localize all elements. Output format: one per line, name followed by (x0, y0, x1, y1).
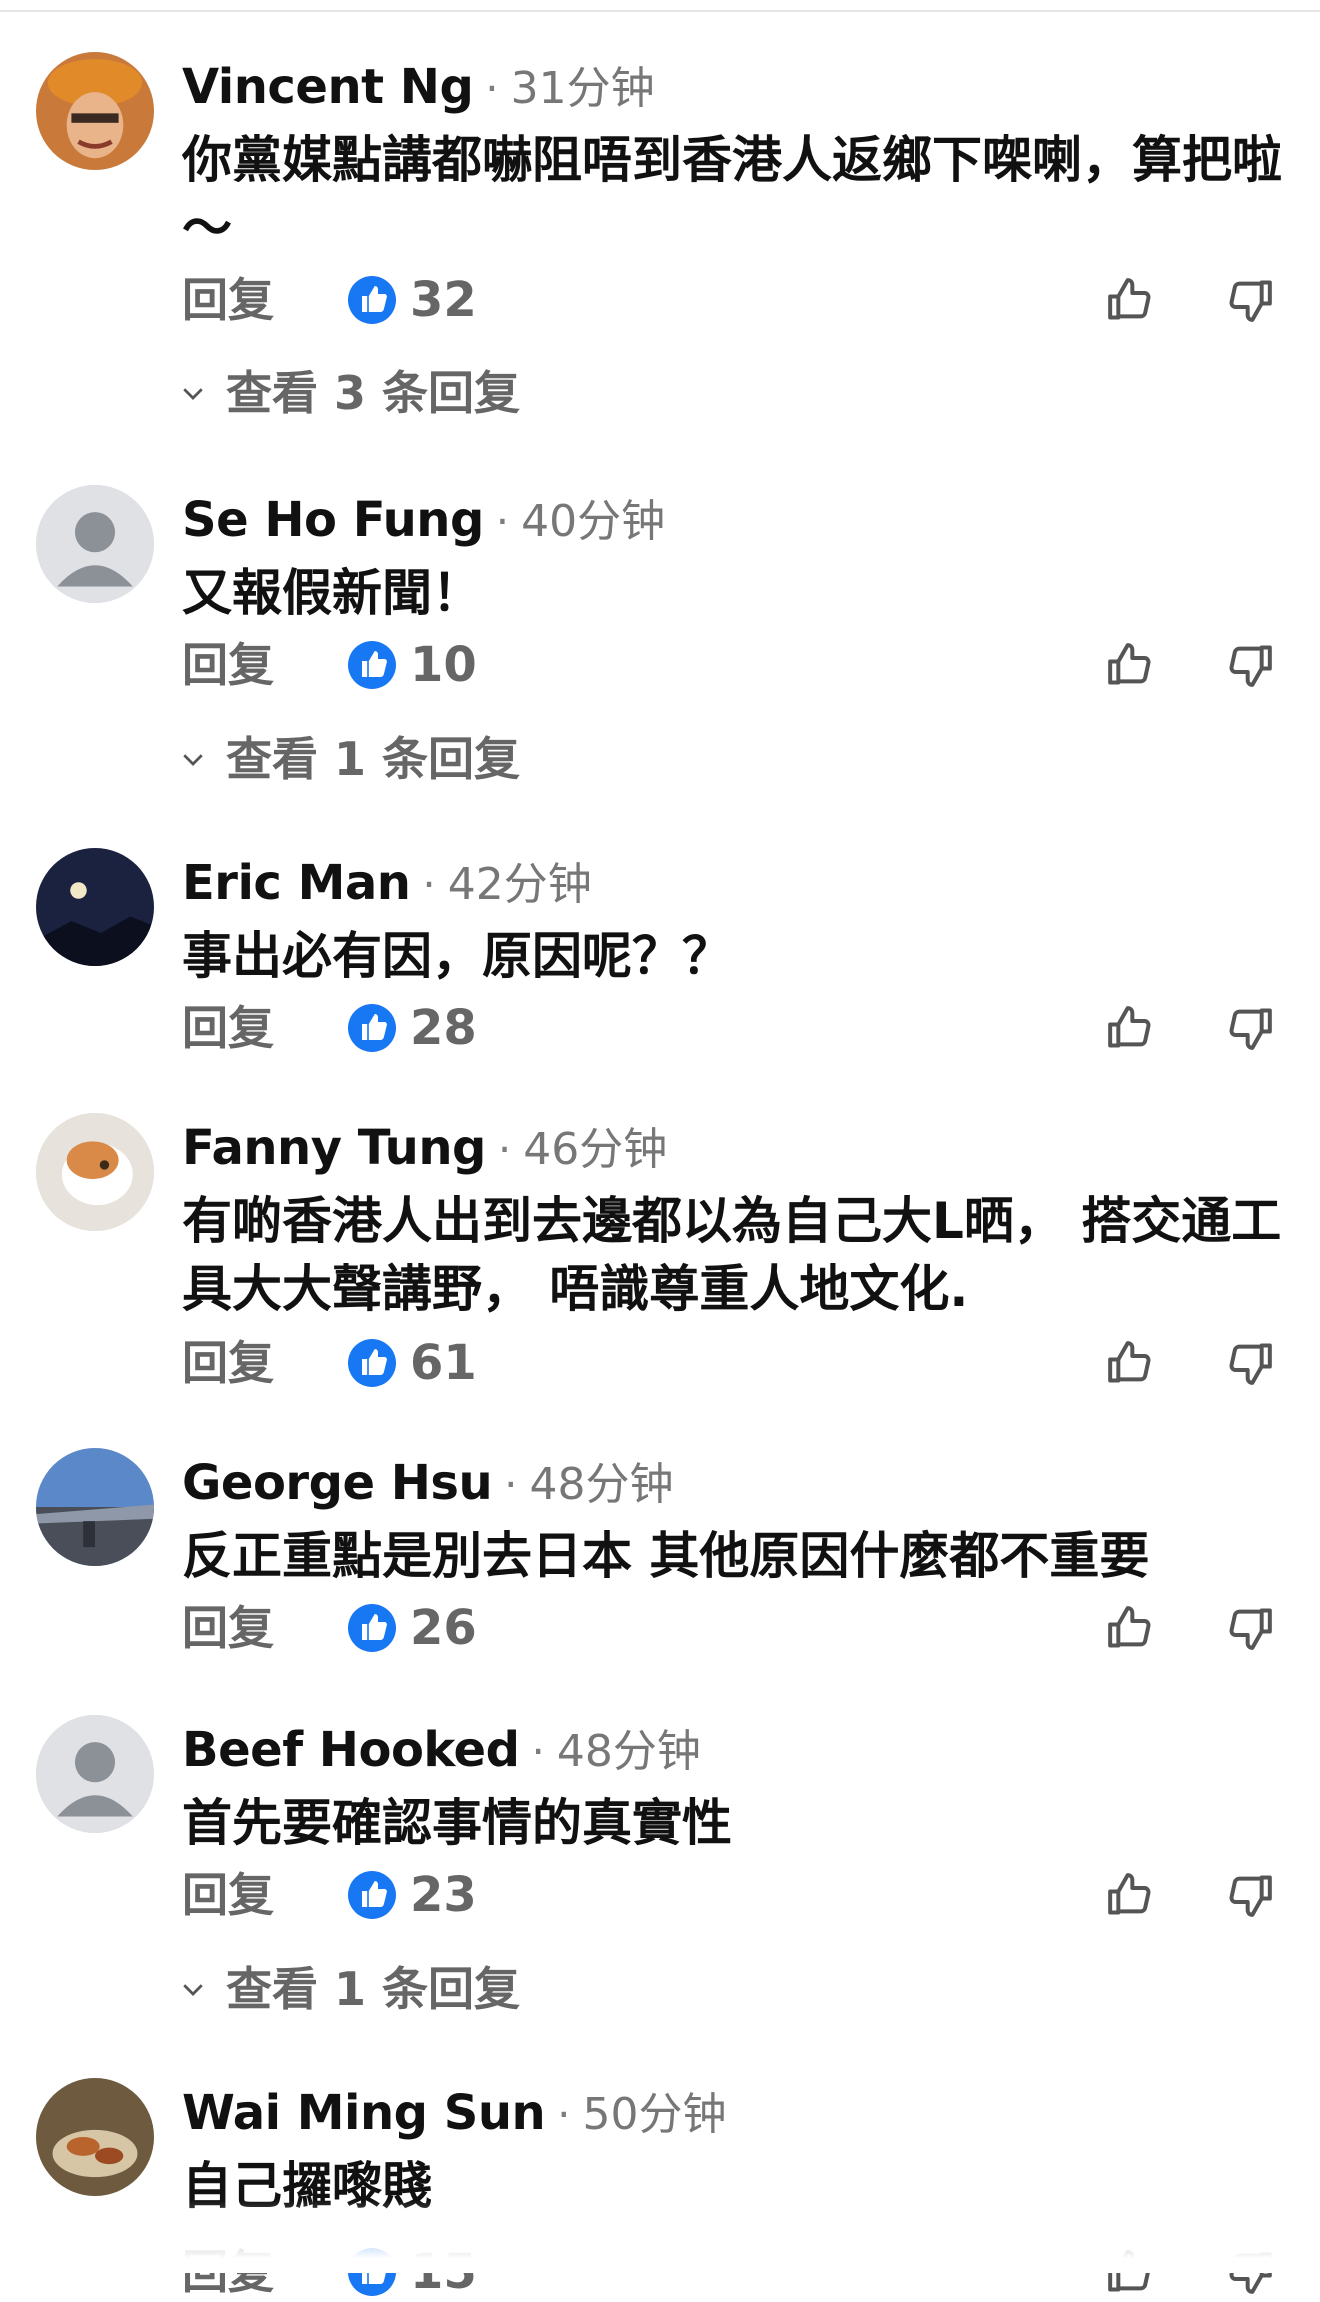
reply-button[interactable]: 回复 (182, 635, 274, 695)
like-count: 26 (410, 1600, 477, 1656)
reply-button[interactable]: 回复 (182, 998, 274, 1058)
view-replies-label: 查看 3 条回复 (226, 365, 521, 420)
reply-button[interactable]: 回复 (182, 1598, 274, 1658)
avatar-photo (36, 2078, 154, 2196)
avatar[interactable] (36, 52, 154, 170)
comment-text: 又報假新聞！ (182, 564, 482, 622)
avatar-photo (36, 1448, 154, 1566)
comment-author[interactable]: Se Ho Fung (182, 492, 484, 548)
meta-separator: · (557, 2090, 571, 2139)
comment-time: 42分钟 (447, 859, 592, 910)
reply-button[interactable]: 回复 (182, 1865, 274, 1925)
avatar[interactable] (36, 1715, 154, 1833)
like-badge-icon (348, 1004, 396, 1052)
top-divider (0, 10, 1320, 12)
thumbs-down-icon[interactable] (1222, 637, 1278, 693)
default-avatar-icon (36, 1715, 154, 1833)
default-avatar-icon (36, 485, 154, 603)
meta-separator: · (497, 1125, 512, 1174)
like-badge-icon (348, 1339, 396, 1387)
thumbs-up-icon[interactable] (1102, 1867, 1158, 1923)
comment-author[interactable]: Eric Man (182, 855, 411, 911)
comment-time: 48分钟 (556, 1726, 701, 1777)
comment-text: 有啲香港人出到去邊都以為自己大L晒， 搭交通工具大大聲講野， 唔識尊重人地文化. (182, 1192, 1282, 1318)
avatar-photo (36, 848, 154, 966)
avatar-photo (36, 1113, 154, 1231)
chevron-down-icon (178, 744, 212, 774)
meta-separator: · (485, 64, 499, 113)
comment-text: 事出必有因，原因呢？？ (182, 927, 732, 985)
like-count: 23 (410, 1867, 477, 1923)
like-badge-icon (348, 641, 396, 689)
meta-separator: · (504, 1460, 518, 1509)
comment-author[interactable]: Vincent Ng (182, 59, 474, 115)
reply-button[interactable]: 回复 (182, 1333, 274, 1393)
avatar[interactable] (36, 485, 154, 603)
comment-author[interactable]: Wai Ming Sun (182, 2085, 546, 2141)
comment-time: 40分钟 (521, 496, 666, 547)
comment-text: 反正重點是別去日本 其他原因什麼都不重要 (182, 1527, 1150, 1585)
view-replies-button[interactable]: 查看 1 条回复 (178, 1958, 520, 2018)
like-count: 32 (410, 272, 477, 328)
thumbs-up-icon[interactable] (1102, 1000, 1158, 1056)
avatar[interactable] (36, 1448, 154, 1566)
comment-time: 31分钟 (510, 63, 655, 114)
comment-time: 48分钟 (529, 1459, 674, 1510)
like-count: 28 (410, 1000, 477, 1056)
bottom-fade (0, 2200, 1320, 2273)
like-badge-icon (348, 276, 396, 324)
reply-button[interactable]: 回复 (182, 270, 274, 330)
avatar[interactable] (36, 848, 154, 966)
like-badge-icon (348, 1604, 396, 1652)
thumbs-down-icon[interactable] (1222, 1867, 1278, 1923)
comment-text: 首先要確認事情的真實性 (182, 1794, 732, 1852)
thumbs-up-icon[interactable] (1102, 637, 1158, 693)
like-count: 10 (410, 637, 477, 693)
comment-author[interactable]: George Hsu (182, 1455, 493, 1511)
comment-author[interactable]: Beef Hooked (182, 1722, 520, 1778)
avatar-photo (36, 52, 154, 170)
meta-separator: · (422, 860, 436, 909)
meta-separator: · (531, 1727, 545, 1776)
thumbs-up-icon[interactable] (1102, 272, 1158, 328)
comment-time: 50分钟 (582, 2089, 727, 2140)
view-replies-button[interactable]: 查看 3 条回复 (178, 362, 520, 422)
thumbs-down-icon[interactable] (1222, 1600, 1278, 1656)
chevron-down-icon (178, 1974, 212, 2004)
thumbs-down-icon[interactable] (1222, 1335, 1278, 1391)
thumbs-up-icon[interactable] (1102, 1600, 1158, 1656)
thumbs-down-icon[interactable] (1222, 1000, 1278, 1056)
comment-time: 46分钟 (523, 1124, 668, 1175)
avatar[interactable] (36, 1113, 154, 1231)
like-count: 61 (410, 1335, 477, 1391)
chevron-down-icon (178, 378, 212, 408)
comment-text: 你黨媒點講都嚇阻唔到香港人返鄉下㗎喇，算把啦～ (182, 131, 1282, 257)
thumbs-down-icon[interactable] (1222, 272, 1278, 328)
meta-separator: · (495, 497, 510, 546)
view-replies-label: 查看 1 条回复 (226, 1961, 521, 2016)
avatar[interactable] (36, 2078, 154, 2196)
like-badge-icon (348, 1871, 396, 1919)
view-replies-button[interactable]: 查看 1 条回复 (178, 728, 520, 788)
view-replies-label: 查看 1 条回复 (226, 731, 521, 786)
thumbs-up-icon[interactable] (1102, 1335, 1158, 1391)
comment-author[interactable]: Fanny Tung (182, 1120, 486, 1176)
